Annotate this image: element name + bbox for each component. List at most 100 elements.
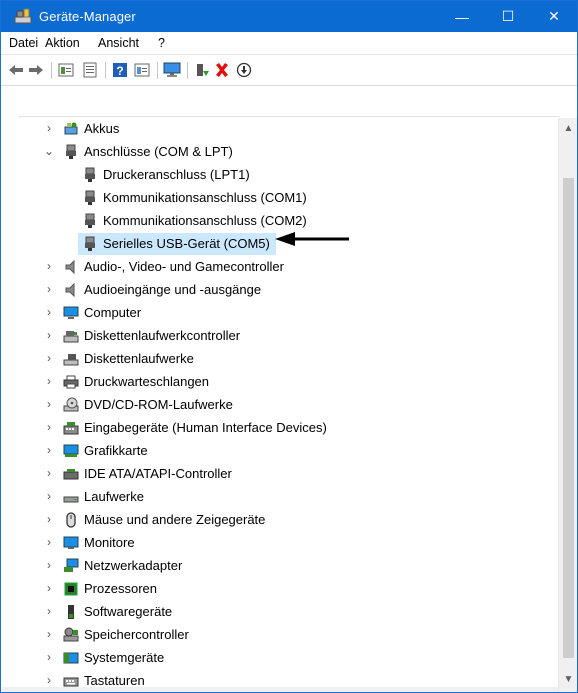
minimize-button[interactable]: — bbox=[439, 1, 485, 32]
tree-item-label: Speichercontroller bbox=[84, 627, 189, 642]
menu-help[interactable]: ? bbox=[158, 36, 165, 50]
chevron-right-icon[interactable]: › bbox=[43, 351, 55, 365]
enable-device-icon[interactable] bbox=[193, 61, 211, 79]
tree-item-lpt1[interactable]: Druckeranschluss (LPT1) bbox=[2, 164, 542, 186]
chevron-right-icon[interactable]: › bbox=[43, 443, 55, 457]
horizontal-scrollbar[interactable] bbox=[2, 687, 558, 692]
tree-item-monitors[interactable]: › Monitore bbox=[2, 532, 542, 554]
storage-controller-icon bbox=[63, 627, 79, 642]
svg-text:?: ? bbox=[116, 64, 123, 78]
tree-item-ports[interactable]: ⌄ Anschlüsse (COM & LPT) bbox=[2, 141, 542, 163]
tree-item-system-devices[interactable]: › Systemgeräte bbox=[2, 647, 542, 669]
help-icon[interactable]: ? bbox=[111, 61, 129, 79]
scrollbar-thumb[interactable] bbox=[563, 178, 574, 658]
close-icon: ✕ bbox=[548, 8, 560, 24]
tree-item-akkus[interactable]: › Akkus bbox=[2, 118, 542, 140]
driver-icon[interactable] bbox=[133, 61, 151, 79]
tree-item-label: Mäuse und andere Zeigegeräte bbox=[84, 512, 266, 527]
tree-item-processors[interactable]: › Prozessoren bbox=[2, 578, 542, 600]
chevron-right-icon[interactable]: › bbox=[43, 259, 55, 273]
chevron-right-icon[interactable]: › bbox=[43, 650, 55, 664]
dvd-drive-icon bbox=[63, 397, 79, 412]
update-driver-icon[interactable] bbox=[235, 61, 253, 79]
system-device-icon bbox=[63, 652, 79, 664]
forward-arrow-icon[interactable] bbox=[27, 61, 45, 79]
tree-item-floppy-drives[interactable]: › Diskettenlaufwerke bbox=[2, 348, 542, 370]
vertical-scrollbar[interactable]: ▲ ▼ bbox=[558, 118, 577, 692]
properties-icon[interactable] bbox=[57, 61, 75, 79]
uninstall-x-icon[interactable] bbox=[213, 61, 231, 79]
tree-item-mice[interactable]: › Mäuse und andere Zeigegeräte bbox=[2, 509, 542, 531]
view-icon[interactable] bbox=[81, 61, 99, 79]
maximize-button[interactable]: ☐ bbox=[485, 1, 531, 32]
window-title: Geräte-Manager bbox=[39, 9, 136, 24]
annotation-arrow-icon bbox=[275, 232, 349, 246]
tree-item-label: Anschlüsse (COM & LPT) bbox=[84, 144, 233, 159]
tree-item-network[interactable]: › Netzwerkadapter bbox=[2, 555, 542, 577]
menu-ansicht[interactable]: Ansicht bbox=[98, 36, 139, 50]
menu-bar: Datei Aktion Ansicht ? bbox=[1, 32, 577, 55]
tree-item-label: Audioeingänge und -ausgänge bbox=[84, 282, 262, 297]
hid-icon bbox=[63, 422, 79, 435]
chevron-down-icon[interactable]: ⌄ bbox=[43, 144, 55, 158]
network-adapter-icon bbox=[64, 558, 79, 572]
tree-item-audio-io[interactable]: › Audioeingänge und -ausgänge bbox=[2, 279, 542, 301]
tree-item-label: IDE ATA/ATAPI-Controller bbox=[84, 466, 232, 481]
tree-item-hid[interactable]: › Eingabegeräte (Human Interface Devices… bbox=[2, 417, 542, 439]
tree-item-software-devices[interactable]: › Softwaregeräte bbox=[2, 601, 542, 623]
chevron-right-icon[interactable]: › bbox=[43, 121, 55, 135]
tree-item-print-queues[interactable]: › Druckwarteschlangen bbox=[2, 371, 542, 393]
scroll-down-icon[interactable]: ▼ bbox=[559, 671, 577, 688]
chevron-right-icon[interactable]: › bbox=[43, 397, 55, 411]
chevron-right-icon[interactable]: › bbox=[43, 558, 55, 572]
tree-item-graphics[interactable]: › Grafikkarte bbox=[2, 440, 542, 462]
tree-item-label: Computer bbox=[84, 305, 142, 320]
chevron-right-icon[interactable]: › bbox=[43, 512, 55, 526]
back-arrow-icon[interactable] bbox=[7, 61, 25, 79]
port-icon bbox=[85, 167, 95, 182]
tree-item-label: Druckwarteschlangen bbox=[84, 374, 210, 389]
chevron-right-icon[interactable]: › bbox=[43, 328, 55, 342]
tree-item-label: DVD/CD-ROM-Laufwerke bbox=[84, 397, 233, 412]
device-manager-app-icon bbox=[14, 8, 32, 24]
toolbar: ? bbox=[1, 55, 577, 86]
tree-item-label: Serielles USB-Gerät (COM5) bbox=[103, 236, 270, 251]
display-adapter-icon bbox=[63, 444, 79, 457]
tree-item-label: Akkus bbox=[84, 121, 120, 136]
tree-item-ide[interactable]: › IDE ATA/ATAPI-Controller bbox=[2, 463, 542, 485]
tree-item-audio-video[interactable]: › Audio-, Video- und Gamecontroller bbox=[2, 256, 542, 278]
chevron-right-icon[interactable]: › bbox=[43, 535, 55, 549]
tree-item-floppy-controller[interactable]: › Diskettenlaufwerkcontroller bbox=[2, 325, 542, 347]
tree-item-label: Audio-, Video- und Gamecontroller bbox=[84, 259, 284, 274]
chevron-right-icon[interactable]: › bbox=[43, 305, 55, 319]
tree-item-com1[interactable]: Kommunikationsanschluss (COM1) bbox=[2, 187, 542, 209]
tree-item-label: Eingabegeräte (Human Interface Devices) bbox=[84, 420, 327, 435]
menu-datei[interactable]: Datei bbox=[9, 36, 38, 50]
chevron-right-icon[interactable]: › bbox=[43, 627, 55, 641]
tree-item-label: Tastaturen bbox=[84, 673, 145, 688]
chevron-right-icon[interactable]: › bbox=[43, 673, 55, 687]
chevron-right-icon[interactable]: › bbox=[43, 466, 55, 480]
title-bar[interactable]: Geräte-Manager — ☐ ✕ bbox=[1, 1, 577, 32]
monitor-scan-icon[interactable] bbox=[163, 61, 181, 79]
tree-item-label: Druckeranschluss (LPT1) bbox=[103, 167, 250, 182]
chevron-right-icon[interactable]: › bbox=[43, 374, 55, 388]
floppy-drive-icon bbox=[63, 354, 79, 366]
menu-aktion[interactable]: Aktion bbox=[45, 36, 80, 50]
tree-item-dvd[interactable]: › DVD/CD-ROM-Laufwerke bbox=[2, 394, 542, 416]
toolbar-separator bbox=[51, 62, 52, 79]
scroll-up-icon[interactable]: ▲ bbox=[559, 120, 577, 137]
tree-item-label: Softwaregeräte bbox=[84, 604, 173, 619]
close-button[interactable]: ✕ bbox=[531, 1, 577, 32]
tree-item-computer[interactable]: › Computer bbox=[2, 302, 542, 324]
chevron-right-icon[interactable]: › bbox=[43, 420, 55, 434]
tree-item-keyboards[interactable]: › Tastaturen bbox=[2, 670, 542, 688]
tree-item-drives[interactable]: › Laufwerke bbox=[2, 486, 542, 508]
chevron-right-icon[interactable]: › bbox=[43, 604, 55, 618]
chevron-right-icon[interactable]: › bbox=[43, 282, 55, 296]
battery-icon bbox=[64, 122, 78, 135]
device-tree[interactable]: › Akkus ⌄ Anschlüsse (COM & LPT) Drucker… bbox=[2, 118, 558, 688]
tree-item-storage-controller[interactable]: › Speichercontroller bbox=[2, 624, 542, 646]
chevron-right-icon[interactable]: › bbox=[43, 489, 55, 503]
chevron-right-icon[interactable]: › bbox=[43, 581, 55, 595]
